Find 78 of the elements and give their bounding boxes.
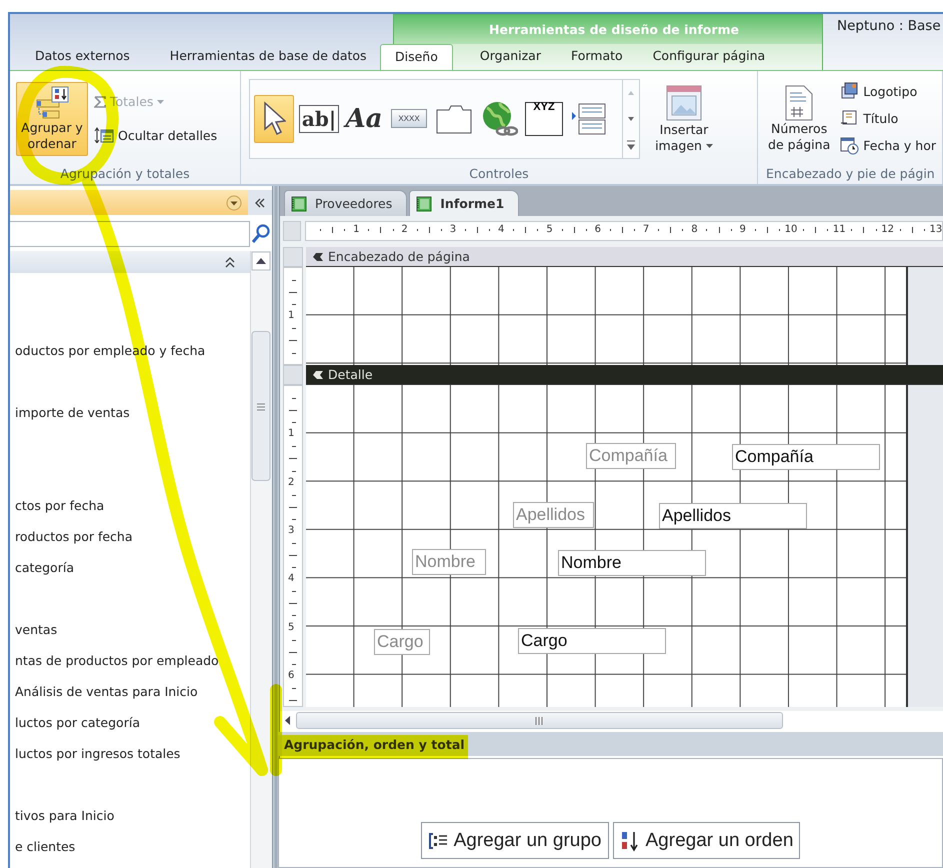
list-box-icon [571, 102, 607, 136]
control-tool[interactable]: Aa [344, 94, 384, 142]
group-sort-icon [35, 86, 69, 120]
section-bar[interactable]: Detalle [306, 365, 943, 385]
dropdown-icon[interactable] [226, 194, 242, 210]
collapse-pane-button[interactable] [248, 190, 272, 215]
dropdown-arrow-icon [706, 144, 713, 148]
scroll-thumb[interactable] [251, 331, 271, 481]
ribbon-tab[interactable]: Diseño [380, 44, 453, 70]
scrollbar[interactable] [250, 251, 272, 868]
search-field[interactable] [10, 221, 250, 247]
text-box[interactable]: Cargo [518, 628, 666, 654]
ribbon-tab[interactable]: Herramientas de base de datos [166, 43, 370, 70]
label-icon: Aa [345, 104, 383, 134]
collapse-icon [224, 256, 236, 268]
dropdown-arrow-icon [157, 100, 164, 104]
image-icon [665, 84, 703, 122]
nav-item[interactable]: tivos para Inicio [10, 800, 250, 831]
document-tab[interactable]: Proveedores [284, 190, 408, 216]
section-bar[interactable]: Encabezado de página [306, 247, 943, 267]
ribbon-tab[interactable]: Configurar página [650, 43, 768, 70]
grip-icon [534, 716, 544, 724]
sort-icon [620, 830, 640, 852]
logo-button[interactable]: Logotipo [840, 82, 936, 101]
nav-item[interactable]: Análisis de ventas para Inicio [10, 676, 250, 707]
hide-details-button[interactable]: Ocultar detalles [94, 127, 218, 143]
datetime-button[interactable]: Fecha y hor [840, 136, 936, 155]
nav-item[interactable]: categoría [10, 552, 250, 583]
control-tool[interactable]: XYZ [524, 94, 564, 142]
nav-item[interactable]: roductos por fecha [10, 521, 250, 552]
text-box[interactable]: Compañía [732, 444, 880, 470]
document-tab[interactable]: Informe1 [409, 190, 520, 216]
scroll-up-icon[interactable] [251, 251, 271, 271]
title-button[interactable]: Título [840, 109, 936, 128]
text-box[interactable]: Nombre [558, 550, 706, 576]
ribbon-tab[interactable]: Organizar [476, 43, 544, 70]
nav-item[interactable]: luctos por ingresos totales [10, 738, 250, 769]
ribbon-tab[interactable]: Datos externos [32, 43, 133, 70]
button-icon: XXXX [391, 109, 427, 128]
nav-item[interactable]: ventas [10, 614, 250, 645]
section-arrow-icon [312, 252, 324, 262]
contextual-title: Herramientas de diseño de informe [393, 14, 823, 44]
text-box[interactable]: Apellidos [659, 503, 807, 529]
vertical-ruler: 1 2 3 4 5 6 [283, 385, 303, 707]
group-label: Encabezado y pie de págin [765, 166, 936, 183]
option-group-icon: XYZ [525, 102, 563, 136]
nav-item[interactable]: ntas de productos por empleado [10, 645, 250, 676]
report-icon [416, 196, 432, 212]
calendar-clock-icon [840, 136, 860, 155]
page-numbers-button[interactable]: Números de página [764, 80, 834, 156]
vertical-ruler: 1 [283, 267, 303, 365]
search-icon[interactable] [250, 223, 272, 245]
pointer-icon [262, 100, 286, 136]
group-label: Controles [468, 166, 530, 183]
double-chevron-icon [254, 198, 266, 208]
control-tool[interactable]: XXXX [389, 94, 429, 142]
sigma-icon [94, 96, 106, 108]
nav-item[interactable]: importe de ventas [10, 397, 250, 428]
nav-item[interactable]: e clientes [10, 831, 250, 862]
insert-image-button[interactable]: Insertar imagen [646, 80, 722, 158]
window-title: Neptuno : Base [823, 14, 943, 70]
control-tool[interactable] [254, 94, 294, 142]
add-group-button[interactable]: Agregar un grupo [420, 822, 608, 859]
tab-control-icon [436, 104, 472, 134]
nav-item[interactable]: luctos por categoría [10, 707, 250, 738]
section-arrow-icon [312, 370, 324, 380]
report-icon [291, 196, 307, 212]
scrollbar[interactable] [296, 712, 783, 729]
globe-link-icon [480, 100, 518, 138]
page-number-icon [784, 84, 814, 120]
add-sort-button[interactable]: Agregar un orden [612, 822, 800, 859]
group-icon [428, 830, 448, 850]
horizontal-ruler: 1 2 3 4 5 6 7 8 9 10 11 12 13 [305, 221, 943, 241]
logo-icon [840, 82, 860, 101]
ribbon-tab[interactable]: Formato [568, 43, 626, 70]
control-tool[interactable]: ab| [299, 94, 339, 142]
textbox-icon: ab| [298, 104, 340, 132]
nav-item[interactable]: ctos por fecha [10, 490, 250, 521]
